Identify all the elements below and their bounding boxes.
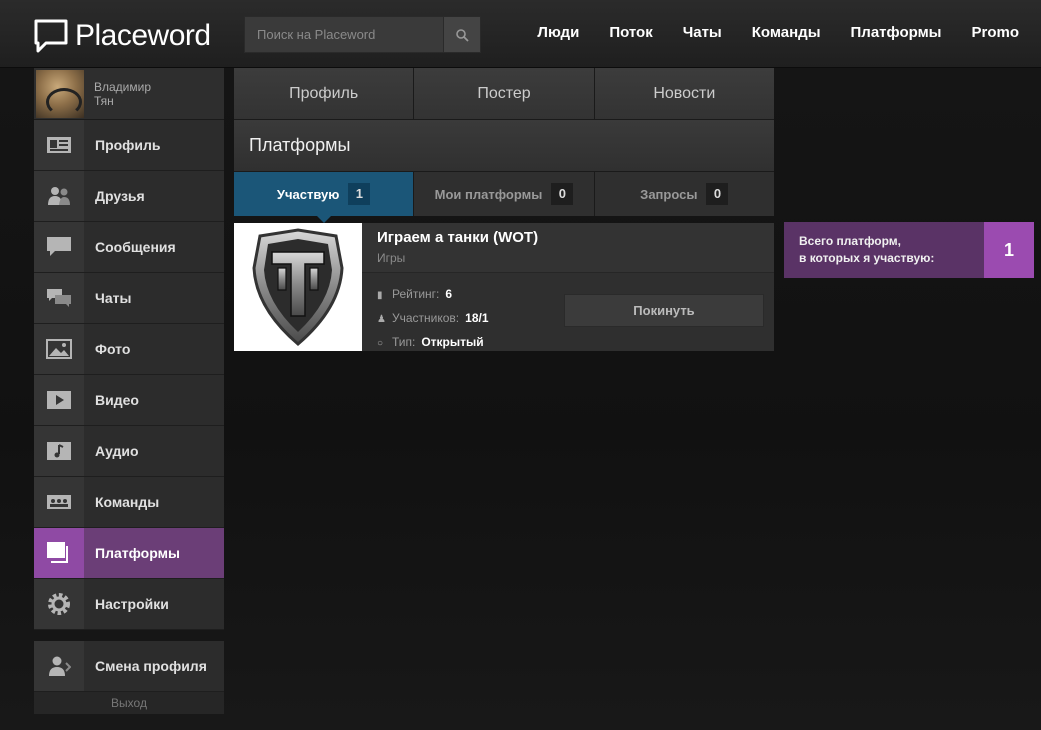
leave-button[interactable]: Покинуть — [564, 294, 764, 327]
summary-line-1: Всего платформ, — [799, 234, 901, 248]
count-badge: 0 — [706, 183, 729, 205]
subtab-requests[interactable]: Запросы 0 — [594, 172, 774, 216]
tab-profile[interactable]: Профиль — [234, 68, 415, 120]
platform-title[interactable]: Играем а танки (WOT) — [377, 229, 759, 246]
subtab-label: Мои платформы — [434, 186, 543, 202]
user-block[interactable]: Владимир Тян — [34, 68, 224, 120]
sidebar-item-label: Аудио — [95, 443, 139, 459]
platform-subtabs: Участвую 1 Мои платформы 0 Запросы 0 — [234, 172, 774, 223]
sidebar-item-label: Чаты — [95, 290, 132, 306]
sidebar-item-label: Команды — [95, 494, 160, 510]
speech-bubble-icon — [34, 19, 68, 53]
type-shield-icon: ○ — [377, 338, 384, 349]
type-label: Тип: — [392, 335, 416, 349]
rating-bars-icon: ▮ — [377, 290, 383, 301]
platform-summary: Всего платформ, в которых я участвую: 1 — [784, 222, 1034, 278]
search-bar — [244, 16, 481, 53]
nav-people[interactable]: Люди — [537, 24, 579, 41]
switch-user-icon — [49, 656, 71, 676]
team-icon — [47, 495, 71, 509]
rating-value: 6 — [445, 287, 453, 301]
member-icon: ♟ — [377, 314, 386, 325]
search-input[interactable] — [244, 16, 443, 53]
type-value: Открытый — [421, 335, 484, 349]
nav-platforms[interactable]: Платформы — [851, 24, 942, 41]
user-name: Владимир Тян — [94, 80, 151, 108]
sidebar-item-friends[interactable]: Друзья — [34, 171, 224, 222]
search-icon — [456, 28, 469, 42]
sidebar-item-label: Платформы — [95, 545, 180, 561]
platform-card: Играем а танки (WOT) Игры ▮ Рейтинг: 6 ♟ Уч… — [234, 223, 774, 351]
switch-profile-button[interactable]: Смена профиля — [34, 641, 224, 692]
sidebar-item-teams[interactable]: Команды — [34, 477, 224, 528]
summary-line-2: в которых я участвую: — [799, 251, 935, 265]
user-last-name: Тян — [94, 93, 114, 108]
sidebar-item-label: Настройки — [95, 596, 169, 612]
photo-icon — [46, 339, 72, 359]
logo[interactable]: Placeword — [33, 18, 211, 54]
platform-stats: ▮ Рейтинг: 6 ♟ Участников: 18/1 ○ Тип: Открыты… — [377, 283, 489, 355]
logout-link[interactable]: Выход — [34, 692, 224, 714]
sidebar-item-settings[interactable]: Настройки — [34, 579, 224, 630]
subtab-label: Участвую — [276, 186, 340, 202]
sidebar-item-label: Сообщения — [95, 239, 176, 255]
sidebar-item-chats[interactable]: Чаты — [34, 273, 224, 324]
nav-promo[interactable]: Promo — [971, 24, 1019, 41]
logo-text: Placeword — [75, 19, 211, 52]
sidebar-item-platforms[interactable]: Платформы — [34, 528, 224, 579]
top-bar: Placeword Люди Поток Чаты Команды Платфо… — [0, 0, 1041, 68]
subtab-label: Запросы — [640, 186, 698, 202]
main-content: Профиль Постер Новости Платформы Участву… — [234, 68, 774, 351]
sidebar-item-messages[interactable]: Сообщения — [34, 222, 224, 273]
sidebar-item-label: Профиль — [95, 137, 161, 153]
platform-image[interactable] — [234, 223, 362, 351]
sidebar: Владимир Тян Профиль Друзья Сообщения Ча… — [34, 68, 224, 714]
nav-teams[interactable]: Команды — [752, 24, 821, 41]
chat-bubbles-icon — [47, 289, 71, 307]
sidebar-item-profile[interactable]: Профиль — [34, 120, 224, 171]
video-play-icon — [47, 391, 71, 409]
friends-icon — [48, 187, 70, 205]
profile-card-icon — [47, 137, 71, 153]
gear-icon — [48, 593, 70, 615]
subtab-my-platforms[interactable]: Мои платформы 0 — [414, 172, 595, 216]
rating-label: Рейтинг: — [392, 287, 440, 301]
tab-news[interactable]: Новости — [594, 68, 774, 120]
wot-logo-icon — [252, 228, 344, 346]
platform-card-body: Играем а танки (WOT) Игры ▮ Рейтинг: 6 ♟ Уч… — [362, 223, 774, 351]
sidebar-item-photo[interactable]: Фото — [34, 324, 224, 375]
sidebar-item-label: Друзья — [95, 188, 145, 204]
summary-text: Всего платформ, в которых я участвую: — [784, 222, 984, 278]
platform-category: Игры — [377, 251, 406, 265]
avatar[interactable] — [36, 69, 84, 118]
count-badge: 0 — [551, 183, 574, 205]
summary-count: 1 — [984, 222, 1034, 278]
platforms-icon — [47, 542, 68, 563]
members-label: Участников: — [392, 311, 460, 325]
switch-profile-label: Смена профиля — [95, 658, 207, 674]
message-bubble-icon — [47, 237, 71, 256]
sidebar-item-label: Видео — [95, 392, 139, 408]
platform-card-header: Играем а танки (WOT) Игры — [362, 223, 774, 273]
profile-tabs: Профиль Постер Новости — [234, 68, 774, 120]
subtab-participating[interactable]: Участвую 1 — [234, 172, 415, 223]
search-button[interactable] — [443, 16, 481, 53]
sidebar-item-label: Фото — [95, 341, 131, 357]
sidebar-item-audio[interactable]: Аудио — [34, 426, 224, 477]
main-nav: Люди Поток Чаты Команды Платформы Promo — [537, 24, 1019, 41]
nav-stream[interactable]: Поток — [609, 24, 652, 41]
members-value: 18/1 — [465, 311, 489, 325]
nav-chats[interactable]: Чаты — [683, 24, 722, 41]
count-badge: 1 — [348, 183, 371, 205]
sidebar-item-video[interactable]: Видео — [34, 375, 224, 426]
page-title: Платформы — [234, 120, 774, 172]
user-first-name: Владимир — [94, 79, 152, 94]
music-note-icon — [47, 442, 71, 460]
tab-poster[interactable]: Постер — [414, 68, 595, 120]
